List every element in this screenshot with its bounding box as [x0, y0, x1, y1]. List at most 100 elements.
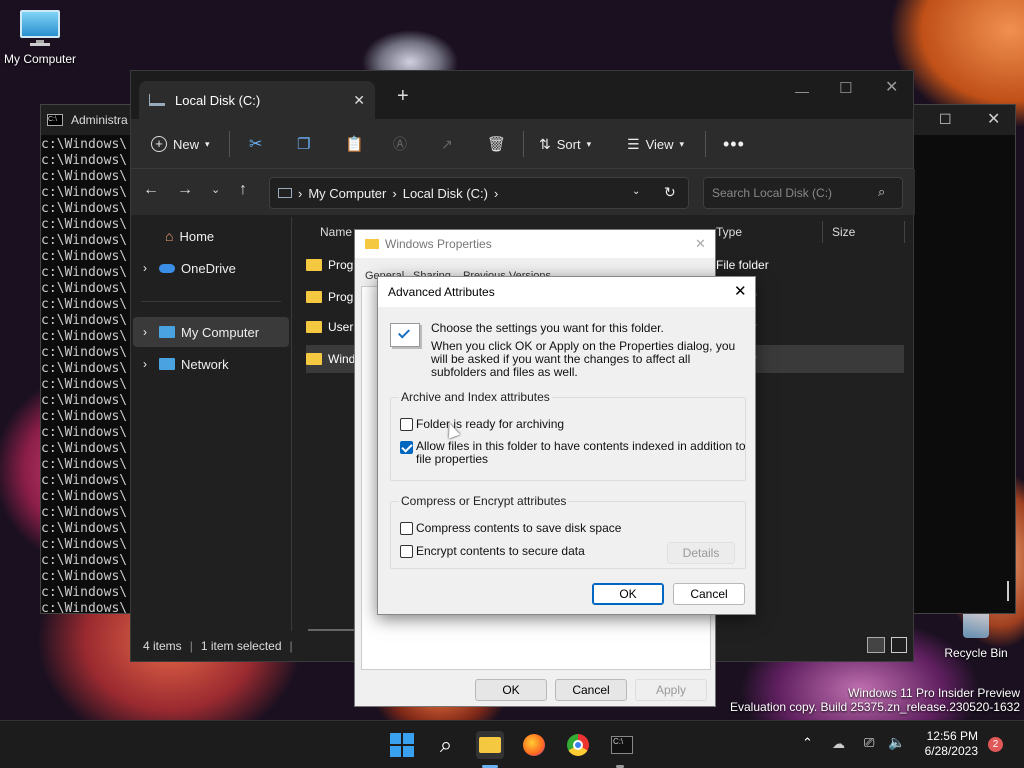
delete-icon[interactable]: 🗑: [487, 129, 506, 159]
index-label: Allow files in this folder to have conte…: [416, 439, 746, 466]
folder-icon: [306, 259, 322, 271]
column-type[interactable]: Type: [716, 225, 742, 239]
column-name[interactable]: Name: [320, 225, 352, 239]
desktop-icon-recycle-bin[interactable]: Recycle Bin: [936, 612, 1016, 660]
network-offline-icon[interactable]: ☁: [832, 736, 845, 752]
file-explorer-taskbar-icon[interactable]: [476, 731, 504, 759]
folder-icon: [365, 239, 379, 249]
new-button[interactable]: + New ▾: [151, 129, 210, 159]
breadcrumb-separator-icon: ›: [493, 185, 499, 201]
archive-checkbox[interactable]: [400, 418, 413, 431]
back-arrow-icon[interactable]: ←: [143, 181, 159, 199]
advanced-attributes-dialog[interactable]: Advanced Attributes ✕ Choose the setting…: [377, 276, 756, 615]
home-icon: ⌂: [165, 228, 174, 244]
sort-icon: ⇅: [539, 135, 551, 152]
close-icon[interactable]: ✕: [885, 77, 898, 97]
new-tab-icon[interactable]: +: [397, 85, 409, 108]
start-icon[interactable]: [388, 731, 416, 759]
cmd-title: Administra: [71, 113, 128, 127]
compress-encrypt-group: Compress or Encrypt attributes Compress …: [390, 494, 746, 569]
volume-icon[interactable]: 🔈: [888, 734, 905, 751]
details-view-icon[interactable]: [867, 637, 885, 653]
desktop-icon-my-computer[interactable]: My Computer: [0, 8, 80, 66]
advanced-ok-button[interactable]: OK: [592, 583, 664, 605]
sort-button[interactable]: ⇅ Sort ▾: [539, 129, 591, 159]
chevron-right-icon: ›: [143, 261, 147, 275]
explorer-toolbar: + New ▾ ✂ ❐ 📋 Ⓐ ↗ 🗑 ⇅ Sort ▾ ☰ View ▾ ••…: [131, 119, 913, 169]
close-icon[interactable]: ✕: [695, 236, 706, 252]
breadcrumb-separator-icon: ›: [392, 185, 397, 201]
rename-icon: Ⓐ: [393, 136, 407, 152]
more-options-icon[interactable]: •••: [723, 129, 745, 159]
close-icon[interactable]: ✕: [987, 109, 1000, 129]
advanced-cancel-button[interactable]: Cancel: [673, 583, 745, 605]
scrollbar-thumb[interactable]: [1007, 581, 1009, 601]
properties-titlebar[interactable]: Windows Properties ✕: [355, 230, 715, 258]
network-status-icon[interactable]: ⎚: [864, 735, 874, 751]
properties-title: Windows Properties: [385, 237, 492, 251]
address-dropdown-icon[interactable]: ⌄: [632, 186, 640, 197]
archive-index-group: Archive and Index attributes Folder is r…: [390, 390, 746, 481]
cut-icon[interactable]: ✂: [249, 129, 262, 159]
computer-icon: [159, 326, 175, 338]
nav-item-home[interactable]: ⌂ Home: [133, 221, 289, 251]
search-icon: ⌕: [878, 184, 886, 199]
forward-arrow-icon[interactable]: →: [177, 181, 193, 199]
nav-item-onedrive[interactable]: › OneDrive: [133, 253, 289, 283]
evaluation-watermark: Windows 11 Pro Insider Preview Evaluatio…: [720, 686, 1020, 714]
breadcrumb-my-computer[interactable]: My Computer: [308, 186, 386, 201]
navigation-pane: ⌂ Home › OneDrive › My Computer › Networ…: [131, 217, 291, 631]
search-input[interactable]: Search Local Disk (C:) ⌕: [703, 177, 903, 209]
close-icon[interactable]: ✕: [734, 282, 747, 300]
breadcrumb-local-disk[interactable]: Local Disk (C:): [403, 186, 488, 201]
properties-cancel-button[interactable]: Cancel: [555, 679, 627, 701]
minimize-icon[interactable]: —: [795, 83, 809, 99]
notification-badge[interactable]: 2: [988, 737, 1003, 752]
close-tab-icon[interactable]: ✕: [353, 92, 365, 109]
encrypt-label: Encrypt contents to secure data: [416, 544, 585, 558]
explorer-tabbar: Local Disk (C:) ✕ + — ☐ ✕: [131, 71, 913, 119]
archive-group-title: Archive and Index attributes: [399, 390, 552, 404]
chevron-down-icon: ▾: [205, 138, 210, 149]
copy-icon[interactable]: ❐: [297, 129, 310, 159]
compress-group-title: Compress or Encrypt attributes: [399, 494, 569, 508]
computer-icon: [278, 188, 292, 198]
nav-item-network[interactable]: › Network: [133, 349, 289, 379]
search-icon[interactable]: ⌕: [432, 731, 460, 759]
chevron-up-icon[interactable]: ⌃: [802, 735, 813, 751]
recent-chevron-icon[interactable]: ⌄: [211, 183, 220, 196]
up-arrow-icon[interactable]: ↑: [239, 181, 247, 199]
nav-label: My Computer: [181, 324, 260, 340]
tiles-view-icon[interactable]: [891, 637, 907, 653]
tab-title: Local Disk (C:): [175, 92, 261, 108]
nav-item-my-computer[interactable]: › My Computer: [133, 317, 289, 347]
advanced-titlebar[interactable]: Advanced Attributes ✕: [378, 277, 755, 307]
tab-local-disk[interactable]: Local Disk (C:) ✕: [139, 81, 375, 119]
archive-label: Folder is ready for archiving: [416, 417, 565, 431]
compress-checkbox[interactable]: [400, 522, 413, 535]
view-button[interactable]: ☰ View ▾: [627, 129, 684, 159]
maximize-icon[interactable]: ☐: [839, 79, 852, 97]
nav-label: OneDrive: [181, 260, 236, 276]
plus-circle-icon: +: [151, 136, 167, 152]
encrypt-checkbox[interactable]: [400, 545, 413, 558]
terminal-icon[interactable]: C:\: [608, 731, 636, 759]
index-checkbox[interactable]: [400, 441, 413, 454]
nav-label: Network: [181, 356, 229, 372]
desktop-icon-label: My Computer: [3, 52, 77, 66]
drive-icon: [149, 94, 165, 106]
maximize-icon[interactable]: ☐: [939, 111, 952, 128]
address-bar[interactable]: › My Computer › Local Disk (C:) › ⌄ ↻: [269, 177, 689, 209]
properties-ok-button[interactable]: OK: [475, 679, 547, 701]
sort-label: Sort: [556, 136, 581, 152]
paste-icon: 📋: [345, 136, 364, 153]
refresh-icon[interactable]: ↻: [664, 184, 676, 201]
compress-label: Compress contents to save disk space: [416, 521, 622, 535]
folder-icon: [306, 291, 322, 303]
firefox-icon[interactable]: [520, 731, 548, 759]
view-icon: ☰: [627, 135, 640, 152]
status-selected: 1 item selected: [200, 639, 282, 653]
chrome-icon[interactable]: [564, 731, 592, 759]
clock[interactable]: 12:56 PM 6/28/2023: [914, 729, 978, 759]
column-size[interactable]: Size: [832, 225, 855, 239]
